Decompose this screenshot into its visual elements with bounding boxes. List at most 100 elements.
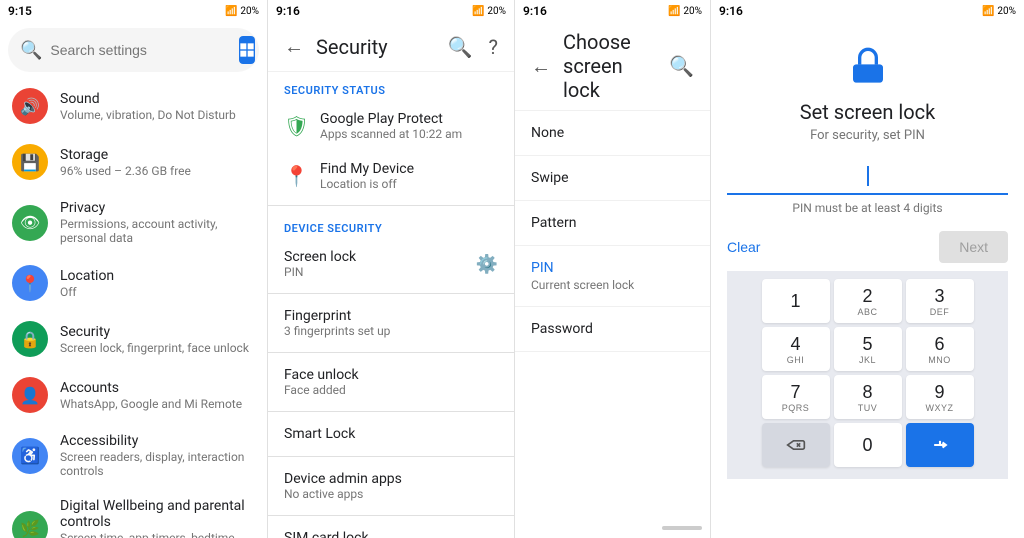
security-header: ← Security 🔍 ? (268, 22, 514, 72)
find-my-device-item[interactable]: 📍 Find My Device Location is off (268, 151, 514, 201)
key-5[interactable]: 5JKL (834, 327, 902, 371)
clear-button[interactable]: Clear (727, 239, 760, 255)
wifi-icon-p3: 📶 (668, 6, 680, 17)
screen-lock-item[interactable]: Screen lock PIN ⚙️ (268, 239, 514, 289)
key-1[interactable]: 1 (762, 279, 830, 323)
divider3 (268, 352, 514, 353)
gpp-sub: Apps scanned at 10:22 am (320, 127, 498, 141)
key-4[interactable]: 4GHI (762, 327, 830, 371)
key-8[interactable]: 8TUV (834, 375, 902, 419)
settings-list: 🔊 Sound Volume, vibration, Do Not Distur… (0, 78, 267, 538)
gpp-title: Google Play Protect (320, 111, 498, 127)
fingerprint-item[interactable]: Fingerprint 3 fingerprints set up (268, 298, 514, 348)
privacy-title: Privacy (60, 200, 255, 216)
security-panel: 9:16 📶 20% ← Security 🔍 ? SECURITY STATU… (268, 0, 515, 538)
sound-icon: 🔊 (12, 88, 48, 124)
sidebar-item-wellbeing[interactable]: 🌿 Digital Wellbeing and parental control… (0, 488, 267, 538)
wifi-icon-p4: 📶 (982, 6, 994, 17)
status-icons-panel1: 📶 20% (225, 6, 259, 17)
sim-lock-item[interactable]: SIM card lock (268, 520, 514, 538)
sim-lock-title: SIM card lock (284, 530, 498, 538)
sidebar-item-location[interactable]: 📍 Location Off (0, 255, 267, 311)
sidebar-item-security[interactable]: 🔒 Security Screen lock, fingerprint, fac… (0, 311, 267, 367)
numpad-row-4: 0 (735, 423, 1000, 467)
gear-icon[interactable]: ⚙️ (476, 254, 498, 275)
fmd-title: Find My Device (320, 161, 498, 177)
pin-cursor (867, 166, 869, 186)
storage-sub: 96% used – 2.36 GB free (60, 164, 255, 178)
status-bar-panel3: 9:16 📶 20% (515, 0, 710, 22)
avatar[interactable] (239, 36, 255, 64)
sidebar-item-accessibility[interactable]: ♿ Accessibility Screen readers, display,… (0, 423, 267, 488)
key-0[interactable]: 0 (834, 423, 902, 467)
search-icon-security[interactable]: 🔍 (444, 31, 477, 63)
numpad-row-3: 7PQRS 8TUV 9WXYZ (735, 375, 1000, 419)
location-title: Location (60, 268, 255, 284)
key-9[interactable]: 9WXYZ (906, 375, 974, 419)
google-play-protect-item[interactable]: 🛡 Google Play Protect Apps scanned at 10… (268, 101, 514, 151)
search-input[interactable] (50, 42, 231, 58)
choose-screen-lock-panel: 9:16 📶 20% ← Choose screen lock 🔍 None S… (515, 0, 711, 538)
search-icon-p3[interactable]: 🔍 (665, 50, 698, 82)
sidebar-item-accounts[interactable]: 👤 Accounts WhatsApp, Google and Mi Remot… (0, 367, 267, 423)
lock-option-pin[interactable]: PIN Current screen lock (515, 246, 710, 307)
time-panel3: 9:16 (523, 4, 547, 18)
time-panel1: 9:15 (8, 4, 32, 18)
choose-lock-title: Choose screen lock (563, 30, 657, 102)
lock-option-pattern[interactable]: Pattern (515, 201, 710, 246)
pin-actions: Clear Next (727, 227, 1008, 271)
key-3[interactable]: 3DEF (906, 279, 974, 323)
backspace-key[interactable] (762, 423, 830, 467)
back-icon[interactable]: ← (280, 30, 308, 63)
search-bar[interactable]: 🔍 (8, 28, 259, 72)
wellbeing-title: Digital Wellbeing and parental controls (60, 498, 255, 530)
pin-subtitle: For security, set PIN (810, 128, 925, 143)
enter-icon (930, 437, 950, 453)
security-body: SECURITY STATUS 🛡 Google Play Protect Ap… (268, 72, 514, 538)
search-icon: 🔍 (20, 40, 42, 61)
pin-content: Set screen lock For security, set PIN PI… (711, 22, 1024, 538)
lock-option-none[interactable]: None (515, 111, 710, 156)
lock-option-pin-title: PIN (531, 260, 694, 276)
enter-key[interactable] (906, 423, 974, 467)
lock-option-password[interactable]: Password (515, 307, 710, 352)
set-pin-panel: 9:16 📶 20% Set screen lock For security,… (711, 0, 1024, 538)
lock-icon (848, 46, 888, 86)
fmd-sub: Location is off (320, 177, 498, 191)
accessibility-title: Accessibility (60, 433, 255, 449)
smart-lock-item[interactable]: Smart Lock (268, 416, 514, 452)
accounts-icon: 👤 (12, 377, 48, 413)
sidebar-item-privacy[interactable]: 👁 Privacy Permissions, account activity,… (0, 190, 267, 255)
status-icons-panel3: 📶 20% (668, 6, 702, 17)
choose-lock-header: ← Choose screen lock 🔍 (515, 22, 710, 111)
lock-option-pin-sub: Current screen lock (531, 278, 694, 292)
privacy-icon: 👁 (12, 205, 48, 241)
security-panel-title: Security (316, 35, 436, 59)
screen-lock-title: Screen lock (284, 249, 464, 265)
key-2[interactable]: 2ABC (834, 279, 902, 323)
gpp-icon: 🛡 (284, 114, 308, 138)
security-sub: Screen lock, fingerprint, face unlock (60, 341, 255, 355)
search-settings-panel: 9:15 📶 20% 🔍 🔊 Sound Volume, vibration, … (0, 0, 268, 538)
lock-option-pattern-title: Pattern (531, 215, 694, 231)
admin-apps-item[interactable]: Device admin apps No active apps (268, 461, 514, 511)
key-6[interactable]: 6MNO (906, 327, 974, 371)
face-unlock-item[interactable]: Face unlock Face added (268, 357, 514, 407)
sidebar-item-storage[interactable]: 💾 Storage 96% used – 2.36 GB free (0, 134, 267, 190)
lock-option-swipe-title: Swipe (531, 170, 694, 186)
key-7[interactable]: 7PQRS (762, 375, 830, 419)
wifi-icon: 📶 (225, 6, 237, 17)
numpad: 1 2ABC 3DEF 4GHI 5JKL 6MNO 7PQRS 8TUV 9W… (727, 271, 1008, 479)
security-status-label: SECURITY STATUS (268, 72, 514, 101)
pin-input-field[interactable] (727, 159, 1008, 195)
accessibility-sub: Screen readers, display, interaction con… (60, 450, 255, 478)
next-button[interactable]: Next (939, 231, 1008, 263)
sound-sub: Volume, vibration, Do Not Disturb (60, 108, 255, 122)
lock-option-swipe[interactable]: Swipe (515, 156, 710, 201)
help-icon[interactable]: ? (485, 31, 502, 63)
back-icon-p3[interactable]: ← (527, 50, 555, 83)
sidebar-item-sound[interactable]: 🔊 Sound Volume, vibration, Do Not Distur… (0, 78, 267, 134)
lock-option-password-title: Password (531, 321, 694, 337)
storage-icon: 💾 (12, 144, 48, 180)
accessibility-icon: ♿ (12, 438, 48, 474)
